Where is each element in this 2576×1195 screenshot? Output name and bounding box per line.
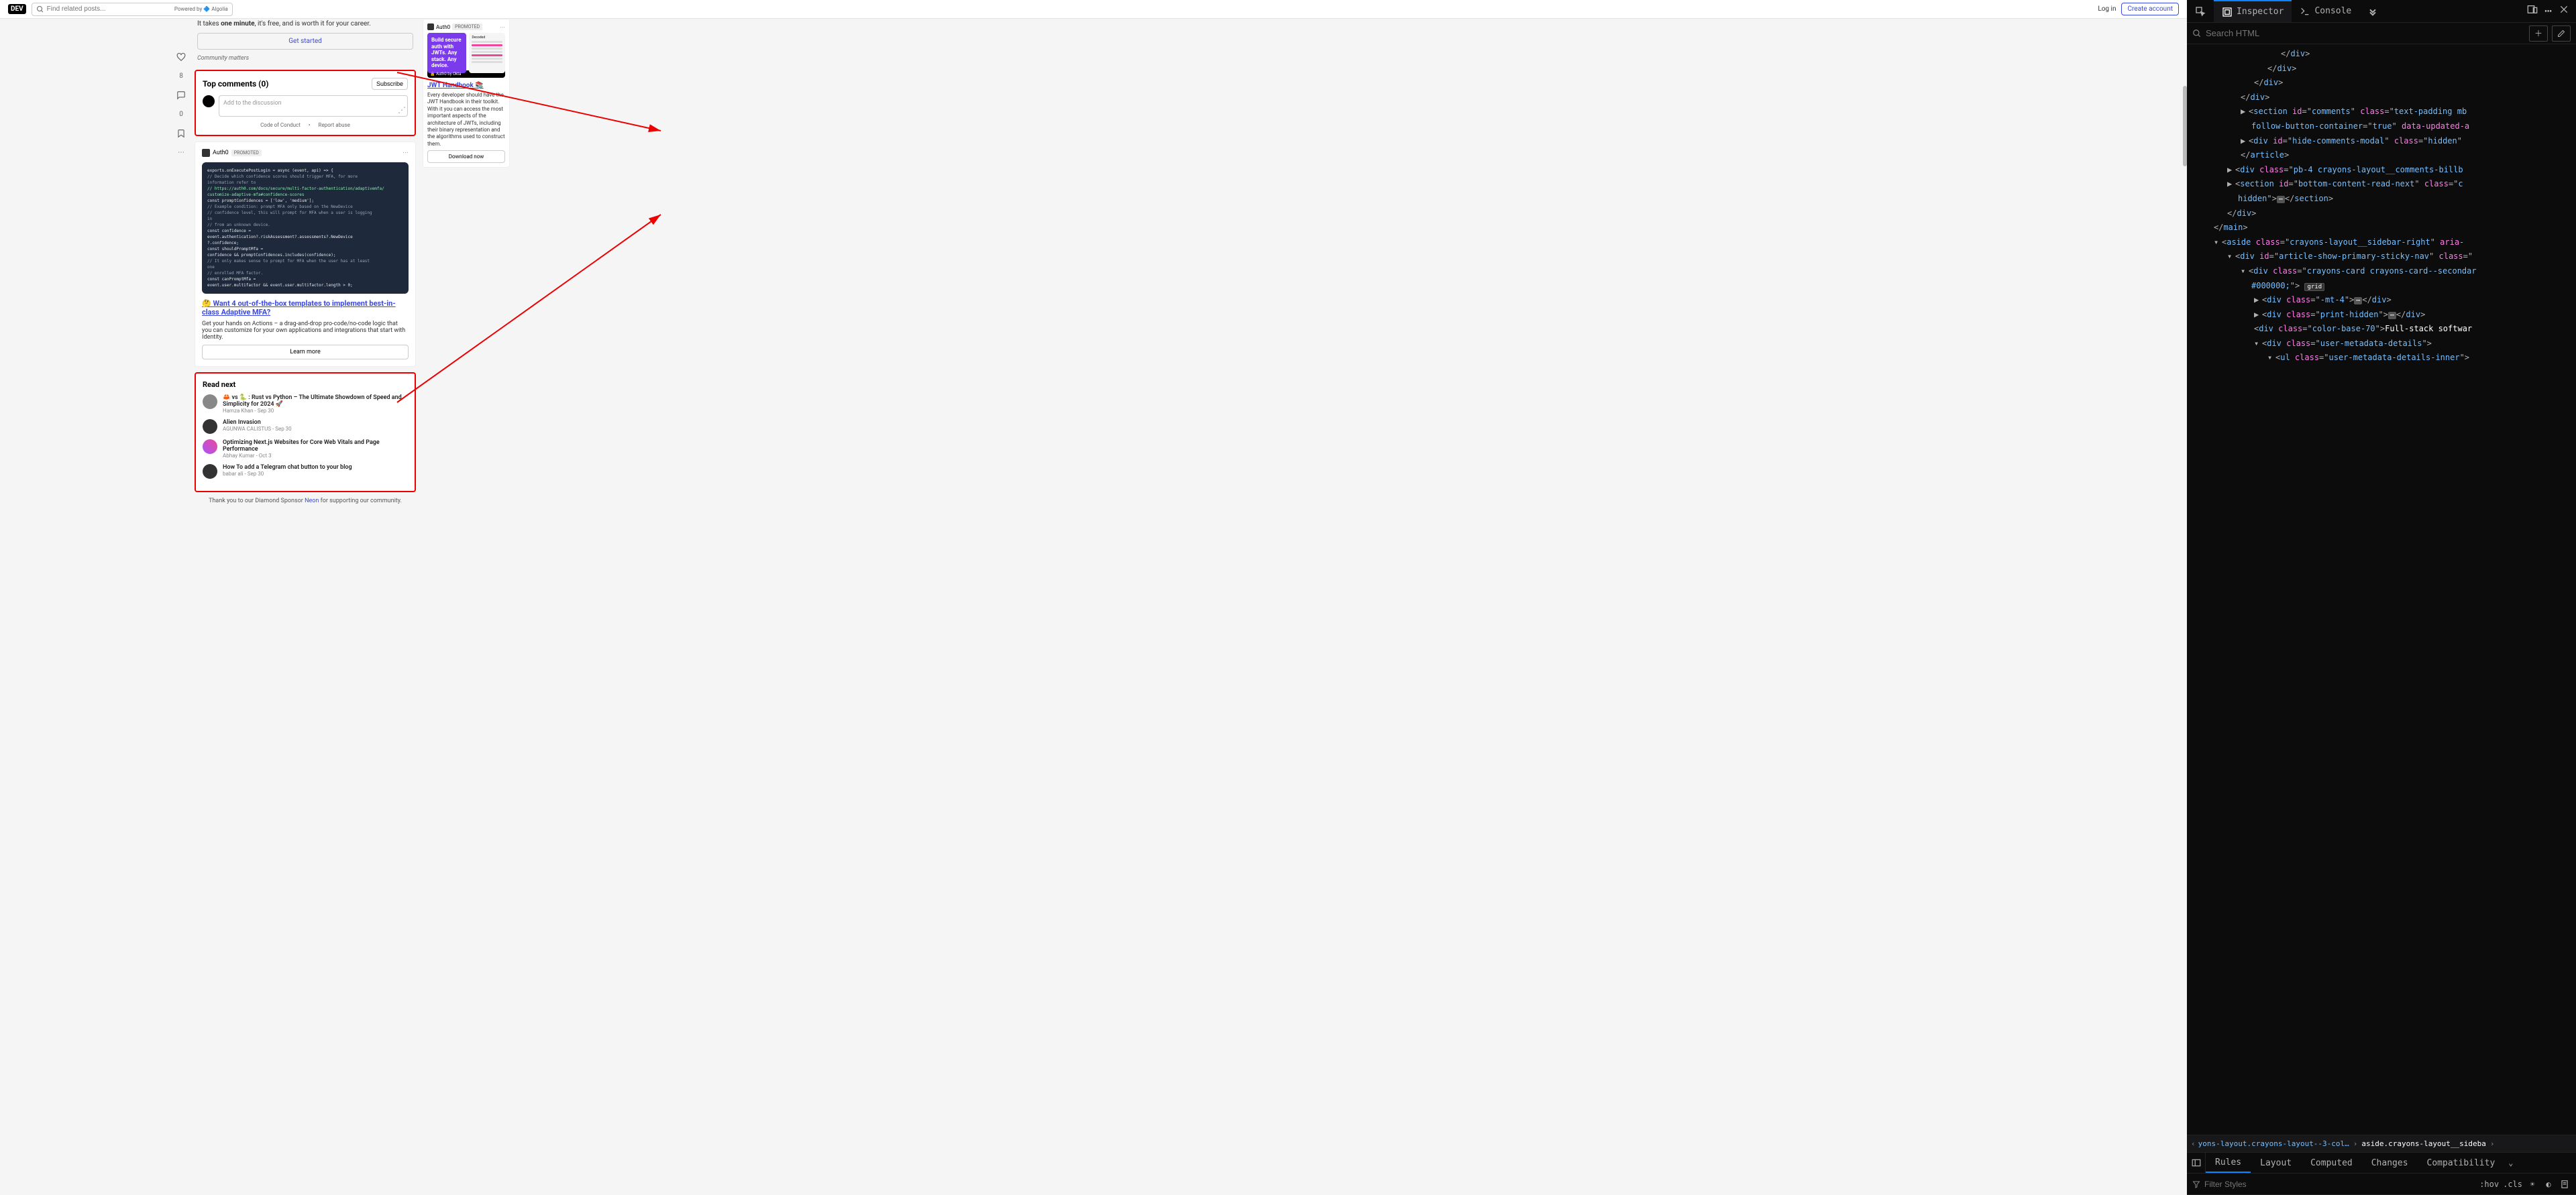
read-next-item-meta: Hamza Khan - Sep 30 [223,408,408,414]
learn-more-button[interactable]: Learn more [202,345,409,359]
comments-section: Top comments (0) Subscribe Add to the di… [195,70,416,136]
footer-thanks: Thank you to our Diamond Sponsor Neon fo… [195,498,416,504]
reaction-rail: 8 0 ⋯ [174,52,188,156]
code-screenshot: exports.onExecutePostLogin = async (even… [202,162,409,294]
hov-toggle[interactable]: :hov [2479,1180,2499,1189]
avatar [203,439,217,454]
scrollbar-thumb[interactable] [2183,86,2187,166]
print-media-icon[interactable] [2559,1178,2571,1190]
promoted-card-main: Auth0 PROMOTED ⋯ exports.onExecutePostLo… [195,141,416,367]
breadcrumb-prev-icon[interactable]: ‹ [2191,1139,2196,1148]
styles-filter-row: :hov .cls ☀ ◐ [2187,1174,2576,1195]
kebab-menu-icon[interactable]: ⋯ [2544,4,2552,18]
read-next-title: Read next [203,380,408,389]
download-now-button[interactable]: Download now [427,150,505,163]
read-next-item[interactable]: Optimizing Next.js Websites for Core Web… [203,439,408,459]
responsive-mode-icon[interactable] [2527,4,2538,15]
read-next-item-title: 🦀 vs 🐍 : Rust vs Python – The Ultimate S… [223,394,408,408]
html-search-row: ＋ [2187,23,2576,44]
read-next-section-node[interactable]: ▶<section id="bottom-content-read-next" … [2187,177,2576,192]
close-icon[interactable] [2559,4,2569,15]
avatar [203,419,217,434]
one-minute-cta: It takes one minute, it's free, and is w… [195,19,416,63]
add-node-button[interactable]: ＋ [2529,25,2548,42]
tab-changes[interactable]: Changes [2362,1153,2418,1173]
get-started-button[interactable]: Get started [197,33,413,50]
read-next-item[interactable]: 🦀 vs 🐍 : Rust vs Python – The Ultimate S… [203,394,408,414]
devtools-panel: Inspector Console ⋯ ＋ </div> [2187,0,2576,1195]
tab-rules[interactable]: Rules [2206,1153,2251,1173]
jwt-desc: Every developer should have the JWT Hand… [427,92,505,148]
subscribe-button[interactable]: Subscribe [372,78,408,90]
light-scheme-icon[interactable]: ☀ [2526,1178,2538,1190]
jwt-title-link[interactable]: JWT Handbook 📚 [427,82,505,89]
comment-textarea[interactable]: Add to the discussion ⋰ [219,95,408,117]
chevron-down-icon[interactable]: ⌄ [2504,1158,2517,1168]
report-abuse-link[interactable]: Report abuse [319,122,350,128]
auth0-logo-icon [202,149,210,157]
resize-handle-icon[interactable]: ⋰ [398,105,406,115]
filter-icon [2192,1180,2200,1188]
more-icon[interactable]: ⋯ [178,149,184,156]
comment-count: 0 [179,111,183,118]
heart-count: 8 [179,72,183,80]
edit-html-button[interactable] [2552,25,2571,42]
promoted-badge: PROMOTED [231,150,262,156]
dom-tree[interactable]: </div> </div> </div> </div> ▶<section id… [2187,44,2576,1135]
community-matters-label: Community matters [197,55,413,62]
search-input[interactable] [44,5,174,13]
read-next-item-meta: AGUNWA CALISTUS - Sep 30 [223,426,292,432]
styles-tab-bar: Rules Layout Computed Changes Compatibil… [2187,1152,2576,1174]
search-box[interactable]: Powered by 🔷 Algolia [32,3,233,16]
breadcrumb-next-icon[interactable]: › [2489,1139,2496,1148]
pick-element-button[interactable] [2187,0,2214,22]
avatar [203,464,217,479]
site-header: DEV Powered by 🔷 Algolia Log in Create a… [0,0,2187,19]
tab-computed[interactable]: Computed [2301,1153,2362,1173]
read-next-item-meta: babar ali - Sep 30 [223,471,352,477]
toggle-sidebar-icon[interactable] [2187,1153,2206,1173]
read-next-item-title: How To add a Telegram chat button to you… [223,464,352,471]
filter-styles-input[interactable] [2204,1180,2475,1189]
heart-icon[interactable] [176,52,186,62]
tab-compatibility[interactable]: Compatibility [2418,1153,2505,1173]
comments-title: Top comments (0) [203,79,268,89]
search-icon [2192,29,2202,38]
sidebar-promoted-card: Auth0 PROMOTED ⋯ Build secure auth with … [423,19,510,168]
html-search-input[interactable] [2206,28,2525,38]
create-account-button[interactable]: Create account [2121,3,2179,15]
promo-brand: Auth0 [213,150,229,156]
algolia-credit: Powered by 🔷 Algolia [174,6,228,12]
comments-section-node[interactable]: ▶<section id="comments" class="text-padd… [2187,105,2576,119]
comment-icon[interactable] [176,91,186,100]
dev-logo[interactable]: DEV [8,4,26,14]
tab-overflow-icon[interactable] [2359,0,2386,22]
login-link[interactable]: Log in [2098,5,2116,13]
avatar [203,394,217,409]
promo-menu-icon[interactable]: ⋯ [402,150,409,156]
coc-link[interactable]: Code of Conduct [260,122,301,128]
dark-scheme-icon[interactable]: ◐ [2542,1178,2555,1190]
breadcrumb-bar[interactable]: ‹ yons-layout.crayons-layout--3-col… › a… [2187,1135,2576,1152]
auth0-logo-icon [427,23,434,30]
promo-title-link[interactable]: 🤔 Want 4 out-of-the-box templates to imp… [202,299,396,317]
user-avatar [203,95,215,107]
jwt-handbook-image: Build secure auth with JWTs. Any stack. … [427,33,505,73]
promo-desc: Get your hands on Actions – a drag-and-d… [202,321,409,341]
devtools-tab-bar: Inspector Console ⋯ [2187,0,2576,23]
tab-layout[interactable]: Layout [2251,1153,2301,1173]
tab-inspector[interactable]: Inspector [2214,0,2292,22]
read-next-item-meta: Abhay Kumar - Oct 3 [223,453,408,459]
read-next-item-title: Alien Invasion [223,419,292,426]
read-next-item[interactable]: Alien InvasionAGUNWA CALISTUS - Sep 30 [203,419,408,434]
read-next-item[interactable]: How To add a Telegram chat button to you… [203,464,408,479]
search-icon [36,5,44,13]
cls-toggle[interactable]: .cls [2503,1180,2522,1189]
tab-console[interactable]: Console [2292,0,2359,22]
neon-link[interactable]: Neon [305,498,319,504]
promo-menu-icon[interactable]: ⋯ [500,24,505,30]
read-next-section: Read next 🦀 vs 🐍 : Rust vs Python – The … [195,372,416,492]
read-next-item-title: Optimizing Next.js Websites for Core Web… [223,439,408,453]
bookmark-icon[interactable] [176,129,186,138]
